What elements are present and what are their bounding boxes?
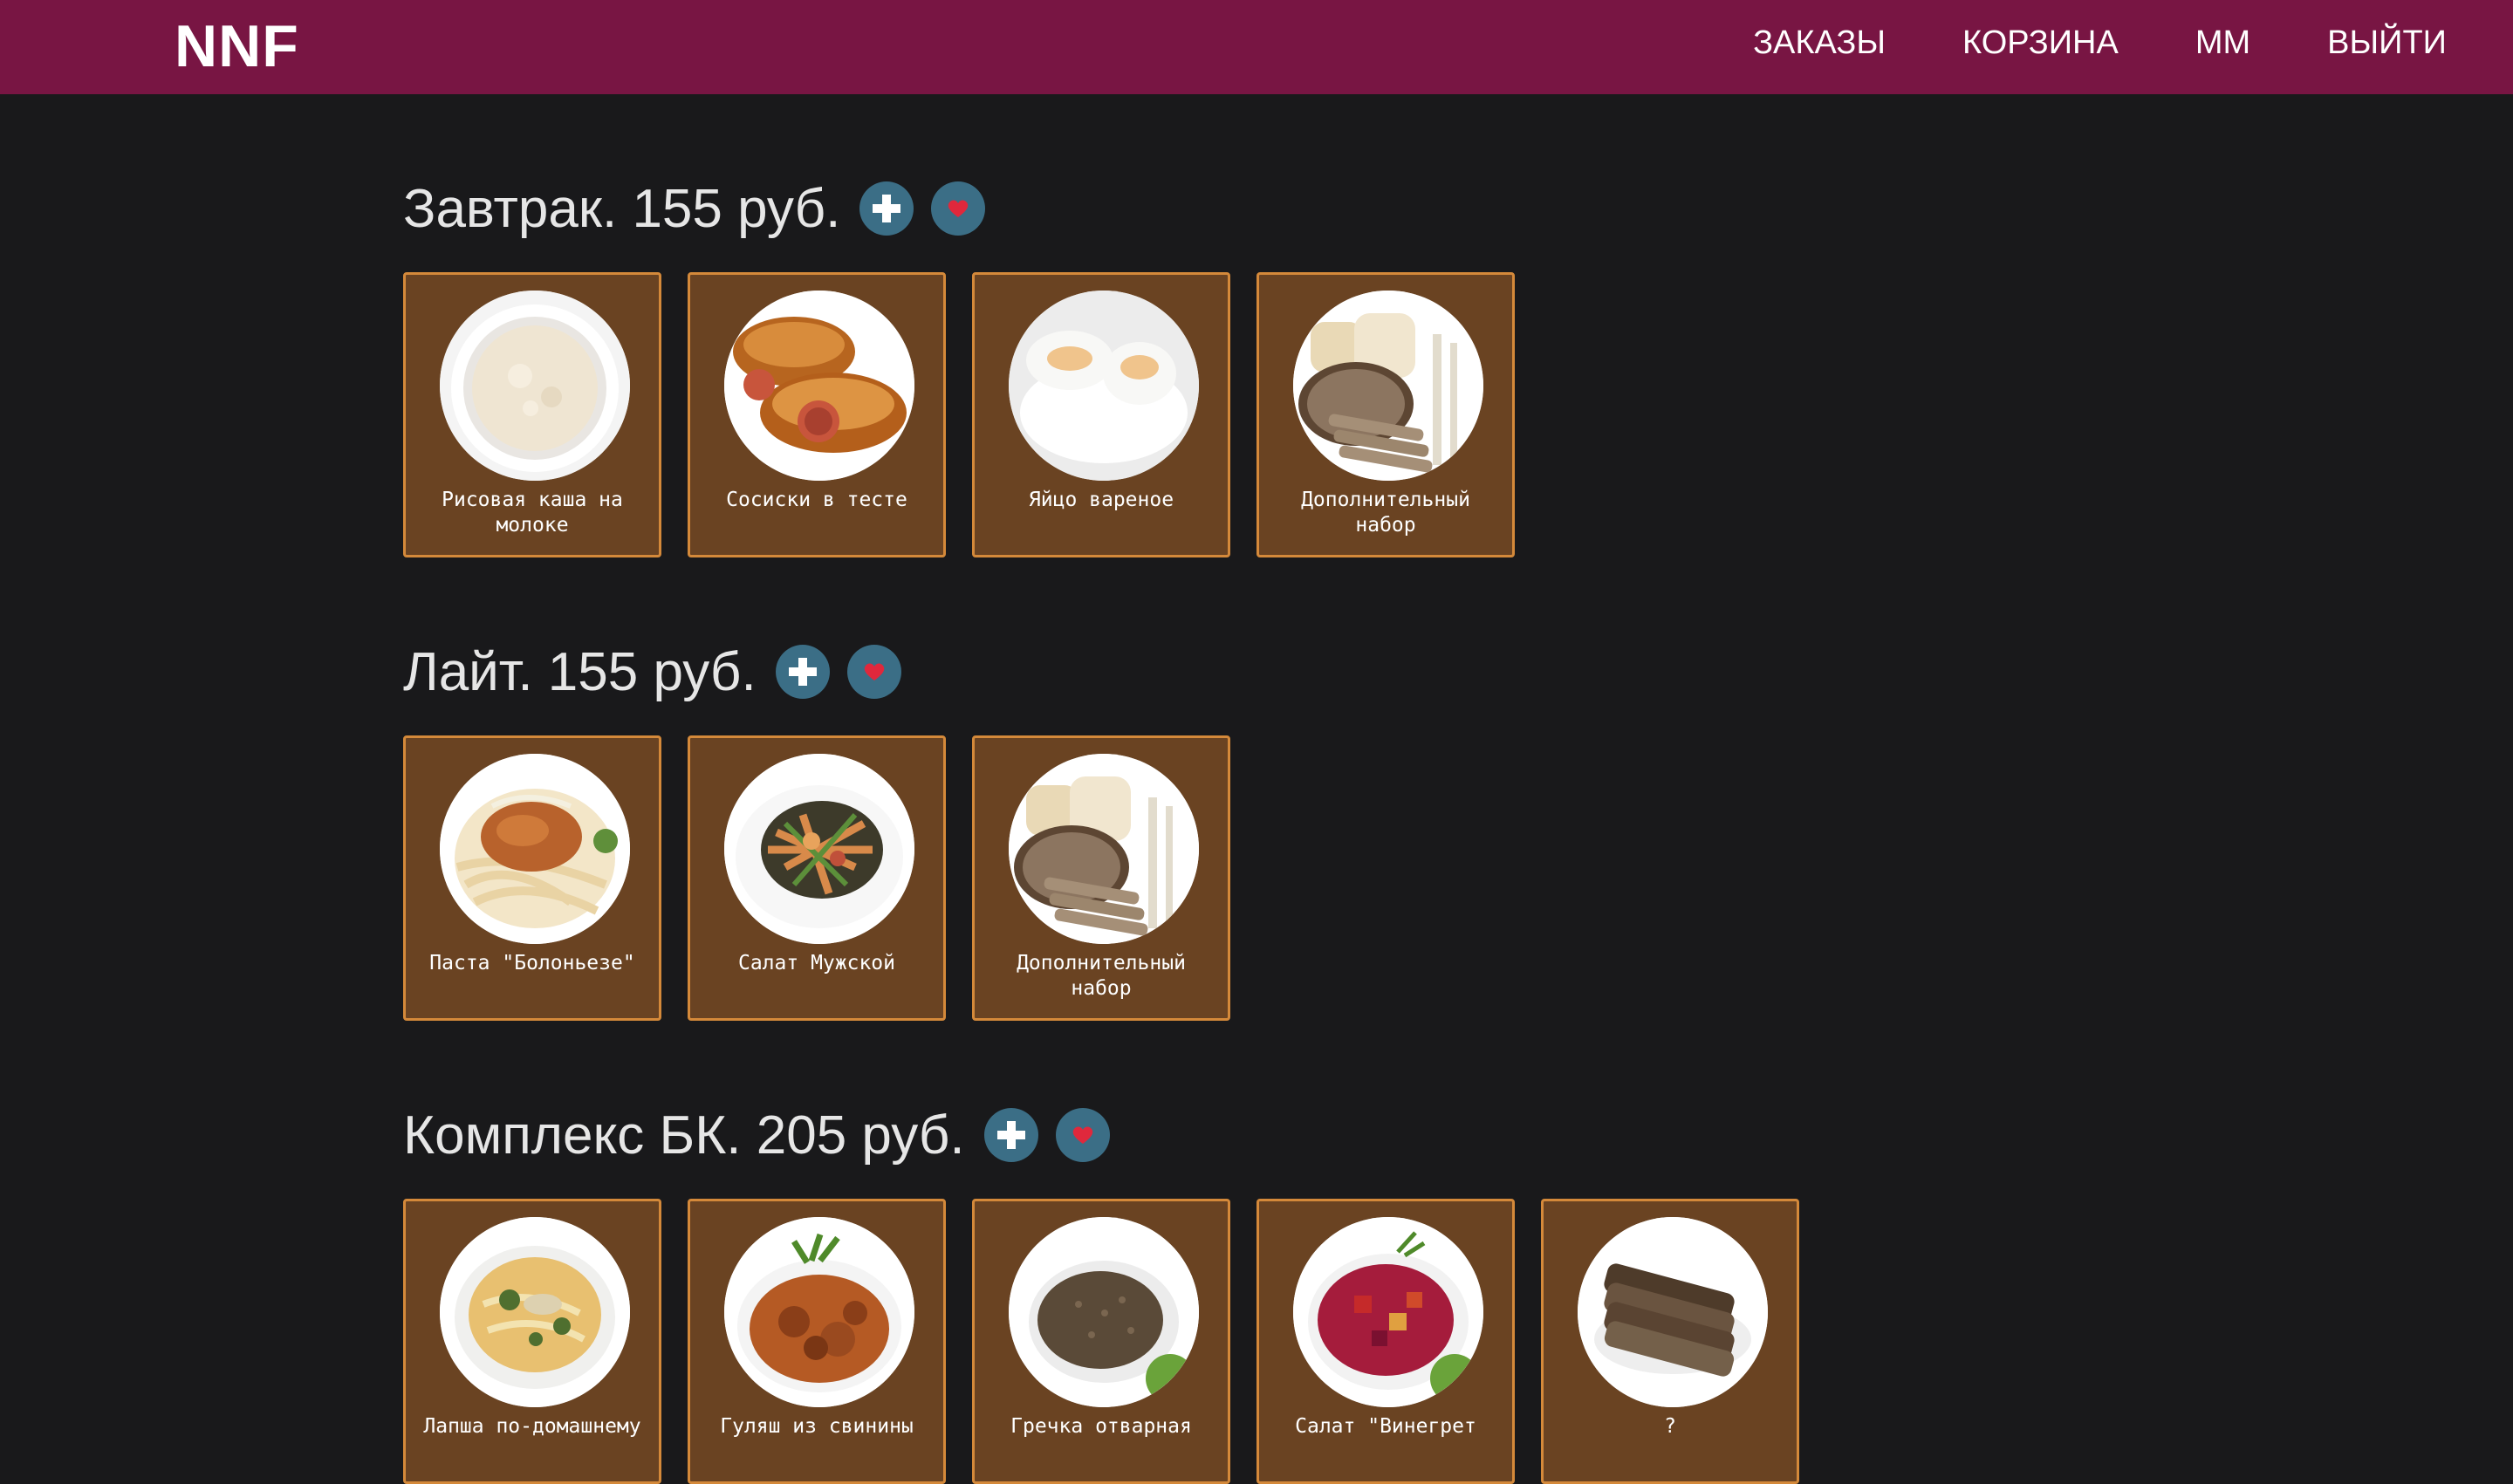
add-to-cart-button[interactable] <box>775 645 830 699</box>
menu-section-light: Лайт. 155 руб. Паста "Болоньезе" Салат М… <box>403 633 2148 1021</box>
dish-image-sausage-rolls <box>724 291 914 481</box>
nav-cart-link[interactable]: КОРЗИНА <box>1962 24 2119 62</box>
dish-cards: Лапша по-домашнему Гуляш из свинины Греч… <box>403 1199 2148 1484</box>
dish-image-buckwheat <box>1009 1217 1199 1407</box>
section-header: Лайт. 155 руб. <box>403 633 2148 711</box>
menu-list: Завтрак. 155 руб. Рисовая каша на молоке… <box>403 94 2148 1484</box>
favorite-button[interactable] <box>846 645 901 699</box>
plus-icon <box>788 658 817 686</box>
dish-name: ? <box>1664 1415 1676 1438</box>
dish-card[interactable]: Салат "Винегрет <box>1256 1199 1515 1484</box>
dish-name: Лапша по-домашнему <box>423 1415 641 1438</box>
heart-icon <box>948 200 969 217</box>
menu-section-complex-bk: Комплекс БК. 205 руб. Лапша по-домашнему… <box>403 1096 2148 1484</box>
dish-card[interactable]: Гречка отварная <box>972 1199 1230 1484</box>
dish-name: Рисовая каша на молоке <box>442 489 623 537</box>
dish-image-pork-goulash <box>724 1217 914 1407</box>
nav-logout-link[interactable]: ВЫЙТИ <box>2327 24 2447 62</box>
nav-orders-link[interactable]: ЗАКАЗЫ <box>1753 24 1886 62</box>
dish-name: Гречка отварная <box>1010 1415 1192 1438</box>
dish-image-bread-set <box>1009 754 1199 944</box>
favorite-button[interactable] <box>931 181 986 236</box>
dish-name: Паста "Болоньезе" <box>429 952 635 975</box>
favorite-button[interactable] <box>1055 1108 1110 1162</box>
dish-name: Гуляш из свинины <box>720 1415 914 1438</box>
dish-name: Дополнительный набор <box>1017 952 1186 1000</box>
add-to-cart-button[interactable] <box>859 181 914 236</box>
dish-card[interactable]: Салат Мужской <box>688 735 946 1021</box>
dish-image-noodle-soup <box>440 1217 630 1407</box>
dish-image-pasta-bolognese <box>440 754 630 944</box>
dish-name: Дополнительный набор <box>1301 489 1470 537</box>
dish-card[interactable]: Паста "Болоньезе" <box>403 735 661 1021</box>
section-title: Завтрак. 155 руб. <box>403 178 841 239</box>
menu-section-breakfast: Завтрак. 155 руб. Рисовая каша на молоке… <box>403 169 2148 557</box>
add-to-cart-button[interactable] <box>983 1108 1038 1162</box>
section-header: Комплекс БК. 205 руб. <box>403 1096 2148 1174</box>
nav-links: ЗАКАЗЫ КОРЗИНА ММ ВЫЙТИ <box>1753 24 2447 62</box>
section-title: Комплекс БК. 205 руб. <box>403 1104 965 1166</box>
plus-icon <box>873 195 901 222</box>
section-header: Завтрак. 155 руб. <box>403 169 2148 248</box>
dish-name: Сосиски в тесте <box>726 489 907 511</box>
dish-name: Салат Мужской <box>737 952 895 975</box>
heart-icon <box>1072 1126 1092 1144</box>
dish-name: Салат "Винегрет <box>1295 1415 1476 1438</box>
dish-image-bread-set <box>1293 291 1483 481</box>
dish-card[interactable]: Рисовая каша на молоке <box>403 272 661 557</box>
dish-card[interactable]: Лапша по-домашнему <box>403 1199 661 1484</box>
dish-card[interactable]: Сосиски в тесте <box>688 272 946 557</box>
section-title: Лайт. 155 руб. <box>403 641 757 702</box>
dish-image-boiled-egg <box>1009 291 1199 481</box>
dish-card[interactable]: Гуляш из свинины <box>688 1199 946 1484</box>
brand-logo[interactable]: NNF <box>175 12 299 80</box>
dish-image-rye-bread <box>1578 1217 1768 1407</box>
dish-image-salad-mens <box>724 754 914 944</box>
dish-image-vinaigrette <box>1293 1217 1483 1407</box>
nav-user-link[interactable]: ММ <box>2195 24 2250 62</box>
plus-icon <box>996 1121 1025 1149</box>
heart-icon <box>864 663 884 680</box>
top-navbar: NNF ЗАКАЗЫ КОРЗИНА ММ ВЫЙТИ <box>0 0 2513 94</box>
dish-image-rice-porridge <box>440 291 630 481</box>
dish-card[interactable]: Дополнительный набор <box>1256 272 1515 557</box>
dish-cards: Паста "Болоньезе" Салат Мужской Дополнит… <box>403 735 2148 1021</box>
dish-card[interactable]: Дополнительный набор <box>972 735 1230 1021</box>
dish-cards: Рисовая каша на молоке Сосиски в тесте Я… <box>403 272 2148 557</box>
dish-card[interactable]: Яйцо вареное <box>972 272 1230 557</box>
dish-card[interactable]: ? <box>1541 1199 1799 1484</box>
dish-name: Яйцо вареное <box>1028 489 1174 511</box>
